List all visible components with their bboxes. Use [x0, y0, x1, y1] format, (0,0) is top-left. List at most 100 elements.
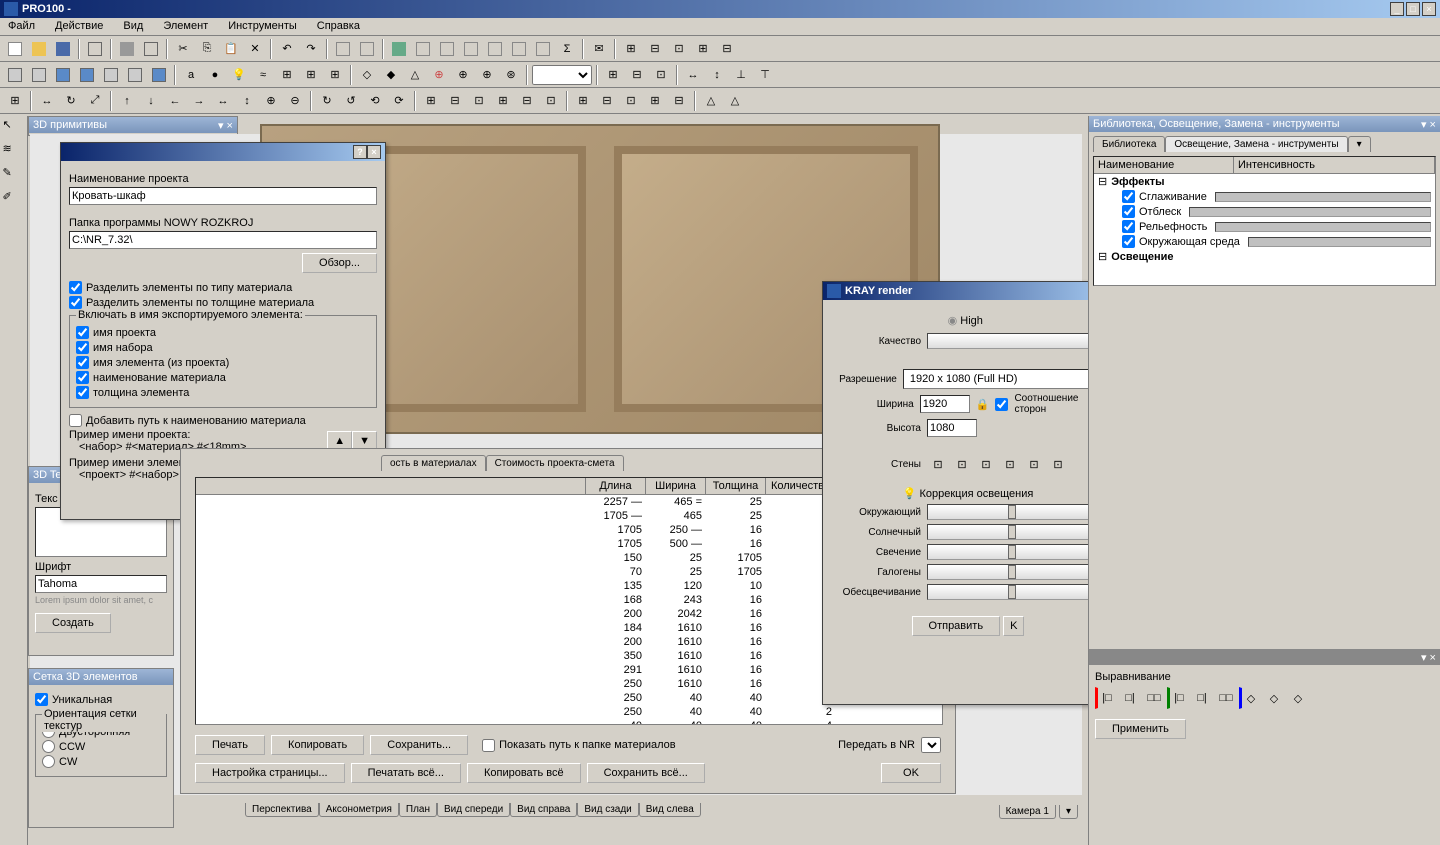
view-btn-3[interactable]	[52, 64, 74, 86]
align-btn-2[interactable]: □|	[1119, 687, 1141, 709]
snap-btn-1[interactable]: ◇	[356, 64, 378, 86]
grid-button[interactable]: ⊞	[4, 90, 26, 112]
dim-btn-4[interactable]: ⊞	[692, 38, 714, 60]
save-all-button[interactable]: Сохранить всё...	[587, 763, 705, 783]
rotate-button[interactable]: ↻	[60, 90, 82, 112]
misc-btn-7[interactable]: △	[724, 90, 746, 112]
light-btn-2[interactable]: ●	[204, 64, 226, 86]
snap-btn-2[interactable]: ◆	[380, 64, 402, 86]
dim-btn-3[interactable]: ⊡	[668, 38, 690, 60]
tb-btn-3[interactable]	[388, 38, 410, 60]
wall-btn-2[interactable]: ⊡	[951, 453, 973, 475]
align-btn-3[interactable]: □□	[1143, 687, 1165, 709]
send-dropdown[interactable]: K	[1003, 616, 1024, 636]
light-btn-7[interactable]: ⊞	[324, 64, 346, 86]
snap-btn-4[interactable]: ⊕	[428, 64, 450, 86]
aspect-checkbox[interactable]	[995, 398, 1008, 411]
wall-btn-5[interactable]: ⊡	[1023, 453, 1045, 475]
maximize-button[interactable]: □	[1406, 2, 1420, 16]
align-btn-6[interactable]: □□	[1215, 687, 1237, 709]
opt-project[interactable]	[76, 326, 89, 339]
smooth-checkbox[interactable]	[1122, 190, 1135, 203]
wall-btn-4[interactable]: ⊡	[999, 453, 1021, 475]
height-input[interactable]	[927, 419, 977, 437]
misc-btn-2[interactable]: ⊟	[596, 90, 618, 112]
misc-btn-5[interactable]: ⊟	[668, 90, 690, 112]
dim-btn-d[interactable]: ⊤	[754, 64, 776, 86]
rot-btn-2[interactable]: ↺	[340, 90, 362, 112]
align-btn-8[interactable]: ◇	[1263, 687, 1285, 709]
dim-btn-b[interactable]: ↕	[706, 64, 728, 86]
col-length[interactable]: Длина	[586, 478, 646, 494]
dim-btn-a[interactable]: ↔	[682, 64, 704, 86]
scale-button[interactable]: ⤢	[84, 90, 106, 112]
view-btn-2[interactable]	[28, 64, 50, 86]
nr-select[interactable]	[921, 737, 941, 753]
new-button[interactable]	[4, 38, 26, 60]
create-button[interactable]: Создать	[35, 613, 111, 633]
copy-button[interactable]: ⎘	[196, 38, 218, 60]
cut-button[interactable]: ✂	[172, 38, 194, 60]
minimize-button[interactable]: _	[1390, 2, 1404, 16]
copy-all-button[interactable]: Копировать всё	[467, 763, 581, 783]
env-slider[interactable]	[1248, 237, 1431, 247]
dim-btn-5[interactable]: ⊟	[716, 38, 738, 60]
rot-btn-3[interactable]: ⟲	[364, 90, 386, 112]
arr-btn-1[interactable]: ↑	[116, 90, 138, 112]
menu-tools[interactable]: Инструменты	[224, 18, 301, 35]
gloss-slider[interactable]	[1189, 207, 1431, 217]
align-btn-5[interactable]: □|	[1191, 687, 1213, 709]
wall-btn-6[interactable]: ⊡	[1047, 453, 1069, 475]
save-button[interactable]	[52, 38, 74, 60]
grp-btn-4[interactable]: ⊞	[492, 90, 514, 112]
opt-thickness[interactable]	[76, 386, 89, 399]
effects-node[interactable]: Эффекты	[1111, 176, 1164, 188]
misc-btn-3[interactable]: ⊡	[620, 90, 642, 112]
tab-front[interactable]: Вид спереди	[437, 803, 510, 817]
menu-element[interactable]: Элемент	[159, 18, 212, 35]
tab-materials[interactable]: ость в материалах	[381, 455, 486, 471]
table-ok-button[interactable]: OK	[881, 763, 941, 783]
light-btn-4[interactable]: ≈	[252, 64, 274, 86]
camera-indicator[interactable]: Камера 1 ▾	[999, 805, 1078, 817]
close-button[interactable]: ×	[367, 145, 381, 159]
lock-icon[interactable]: 🔒	[976, 398, 990, 411]
split-thick-checkbox[interactable]	[69, 296, 82, 309]
dim-btn-1[interactable]: ⊞	[620, 38, 642, 60]
print-all-button[interactable]: Печатать всё...	[351, 763, 461, 783]
lighting-node[interactable]: Освещение	[1111, 251, 1173, 263]
col-intensity[interactable]: Интенсивность	[1234, 157, 1435, 173]
paste-button[interactable]: 📋	[220, 38, 242, 60]
tab-cost[interactable]: Стоимость проекта-смета	[486, 455, 624, 471]
view-btn-4[interactable]	[76, 64, 98, 86]
rot-btn-4[interactable]: ⟳	[388, 90, 410, 112]
wall-btn-1[interactable]: ⊡	[927, 453, 949, 475]
mail-button[interactable]: ✉	[588, 38, 610, 60]
tab-lighting[interactable]: Освещение, Замена - инструменты	[1165, 136, 1347, 152]
delete-button[interactable]: ✕	[244, 38, 266, 60]
tb-btn-2[interactable]	[356, 38, 378, 60]
dim-btn-2[interactable]: ⊟	[644, 38, 666, 60]
tb-btn-4[interactable]	[412, 38, 434, 60]
orient-cw[interactable]	[42, 755, 55, 768]
add-path-checkbox[interactable]	[69, 414, 82, 427]
gloss-checkbox[interactable]	[1122, 205, 1135, 218]
dim-btn-c[interactable]: ⊥	[730, 64, 752, 86]
eyedropper-tool[interactable]: ✎	[3, 166, 25, 188]
layer-select[interactable]	[532, 65, 592, 85]
export-dialog-title[interactable]: ? ×	[61, 143, 385, 161]
right-header[interactable]: Библиотека, Освещение, Замена - инструме…	[1089, 116, 1440, 132]
opt-element[interactable]	[76, 356, 89, 369]
measure-tool[interactable]: ≋	[3, 142, 25, 164]
light-btn-3[interactable]: 💡	[228, 64, 250, 86]
tb-btn-5[interactable]	[436, 38, 458, 60]
align-btn-2[interactable]: ⊟	[626, 64, 648, 86]
view-btn-7[interactable]	[148, 64, 170, 86]
light-btn-5[interactable]: ⊞	[276, 64, 298, 86]
tab-right[interactable]: Вид справа	[510, 803, 577, 817]
grp-btn-3[interactable]: ⊡	[468, 90, 490, 112]
select-tool[interactable]: ↖	[3, 118, 25, 140]
tab-more[interactable]: ▾	[1348, 136, 1371, 152]
light-btn-1[interactable]: a	[180, 64, 202, 86]
quality-slider[interactable]	[927, 333, 1105, 349]
